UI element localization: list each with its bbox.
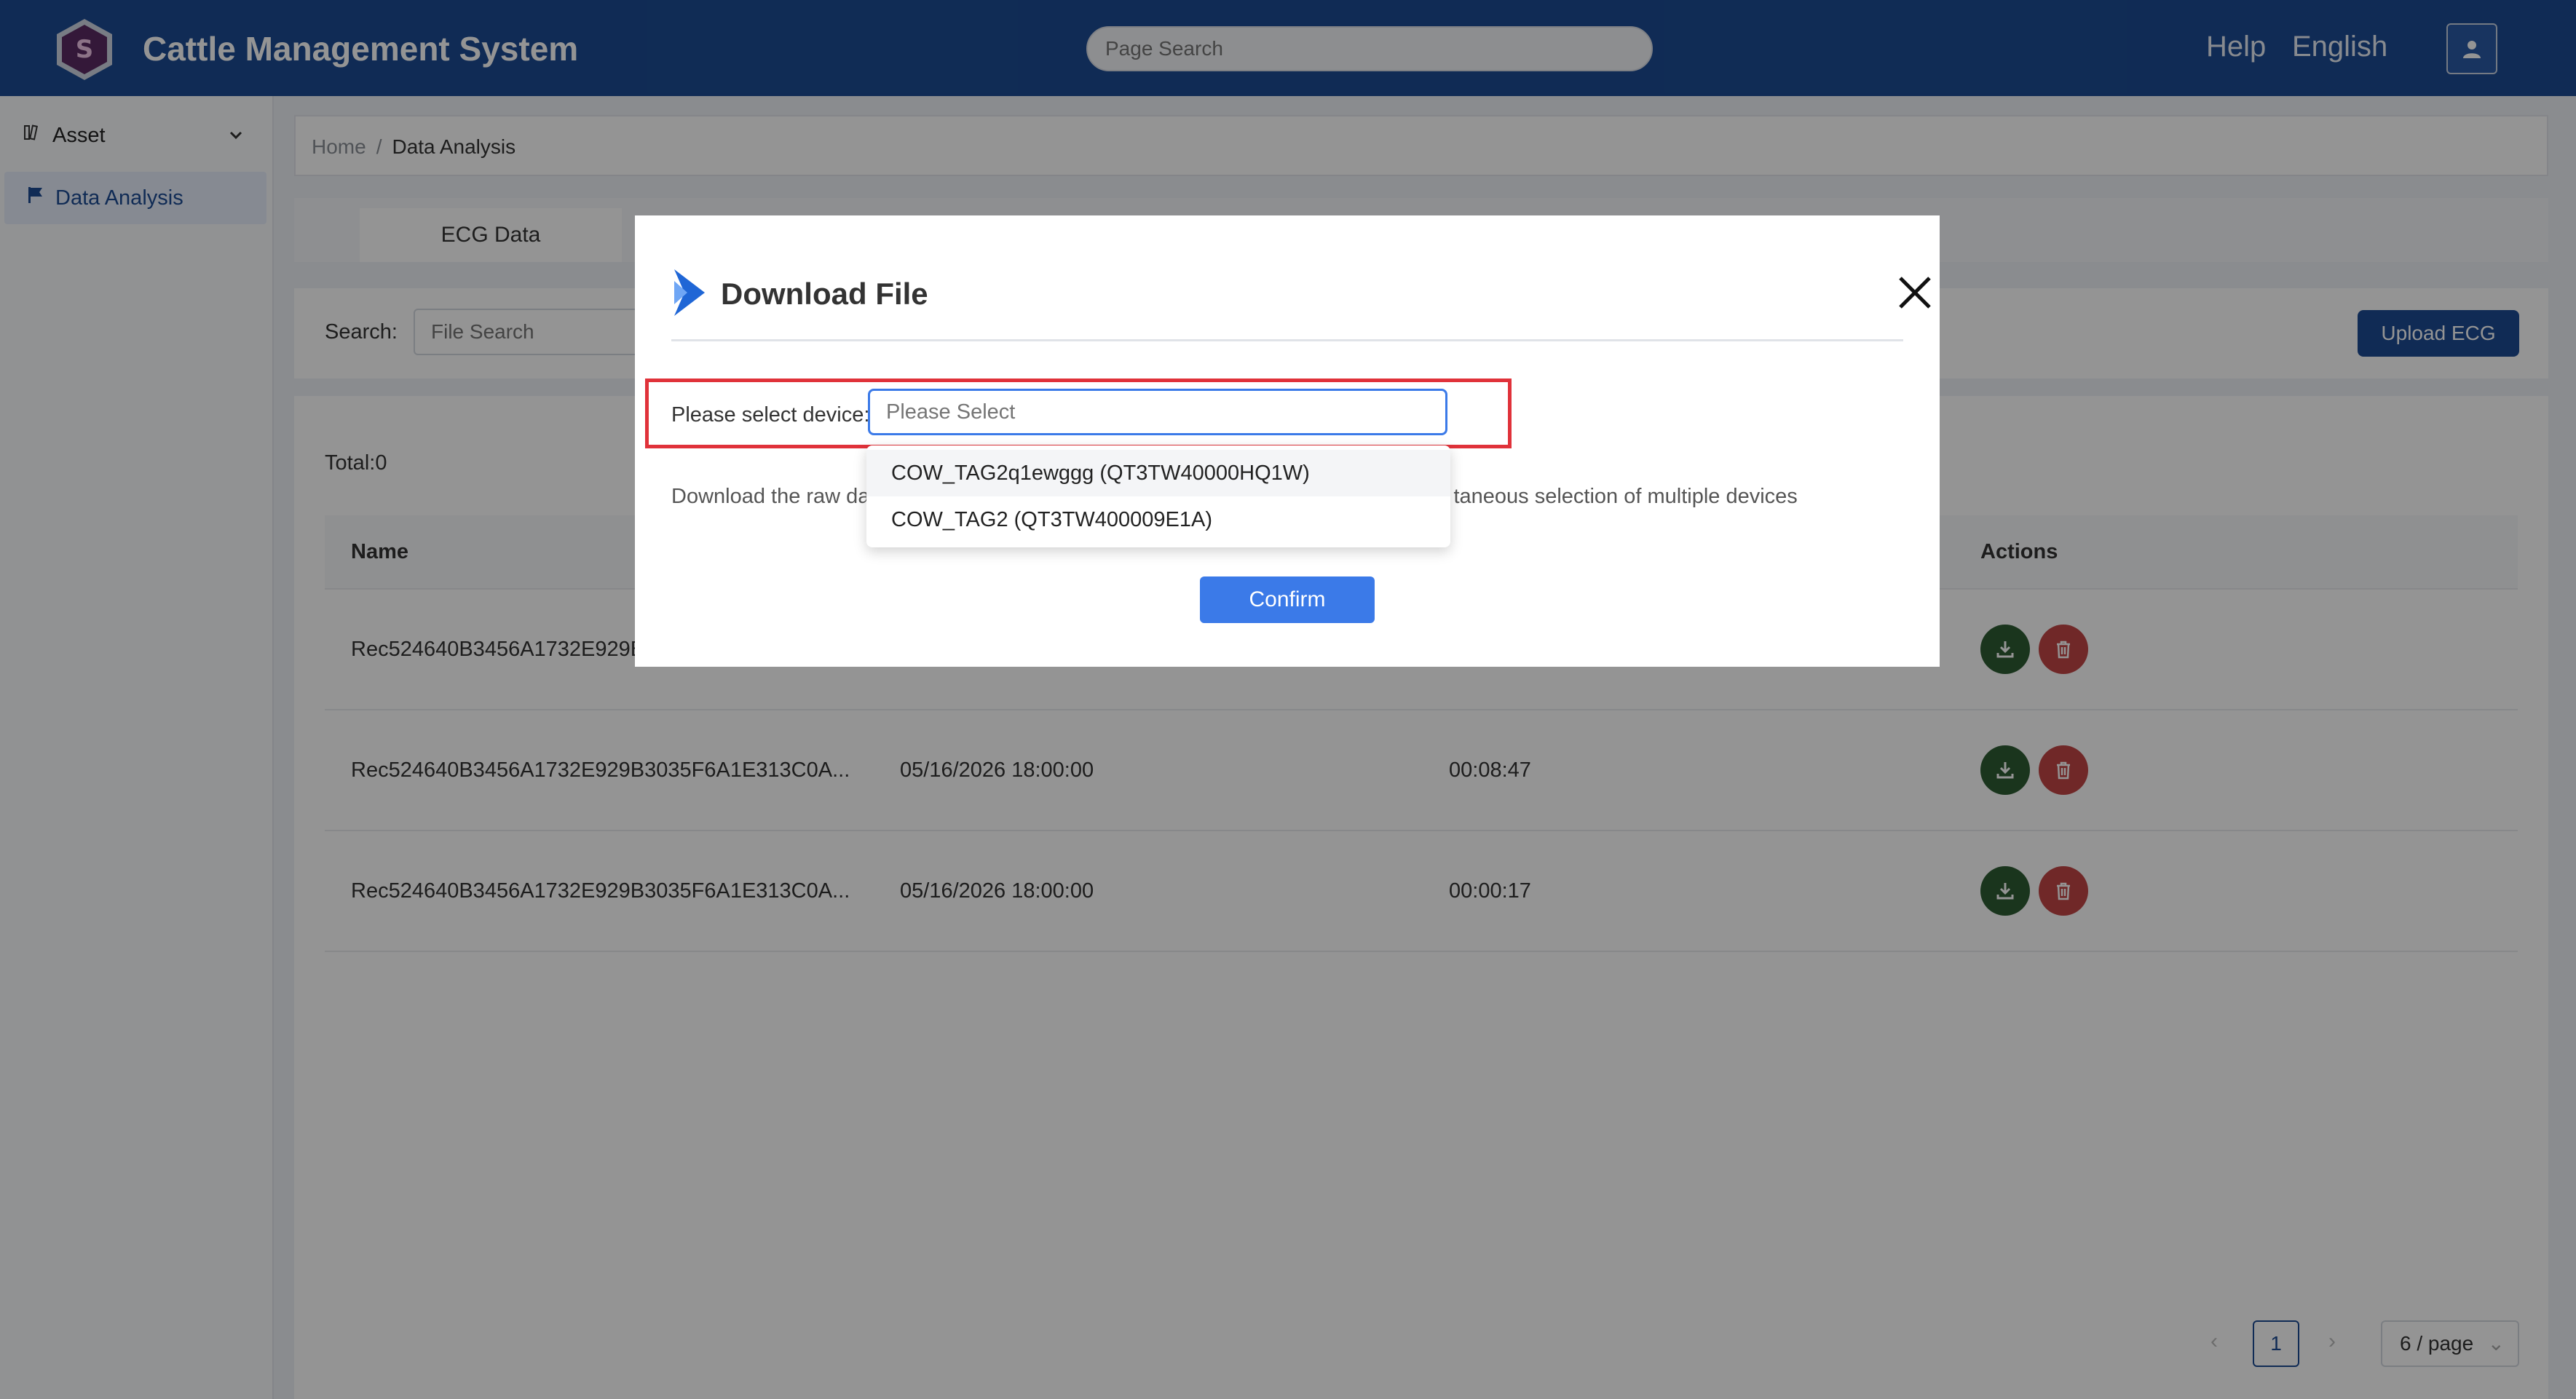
device-option[interactable]: COW_TAG2 (QT3TW400009E1A) <box>866 496 1450 543</box>
device-select-label: Please select device: <box>671 403 870 427</box>
device-option[interactable]: COW_TAG2q1ewggg (QT3TW40000HQ1W) <box>866 450 1450 496</box>
description-text-start: Download the raw da <box>671 485 870 508</box>
play-arrow-icon <box>671 266 708 322</box>
modal-header: Download File <box>671 266 1931 341</box>
description-text-end: taneous selection of multiple devices <box>1453 485 1798 508</box>
modal-title: Download File <box>721 277 928 311</box>
device-dropdown: COW_TAG2q1ewggg (QT3TW40000HQ1W) COW_TAG… <box>866 445 1450 547</box>
device-select-input[interactable] <box>868 389 1447 435</box>
modal-overlay[interactable] <box>0 0 2576 1399</box>
download-file-modal: Download File Please select device: Down… <box>635 215 1940 667</box>
confirm-button[interactable]: Confirm <box>1200 576 1375 623</box>
close-icon[interactable] <box>1895 272 1935 313</box>
